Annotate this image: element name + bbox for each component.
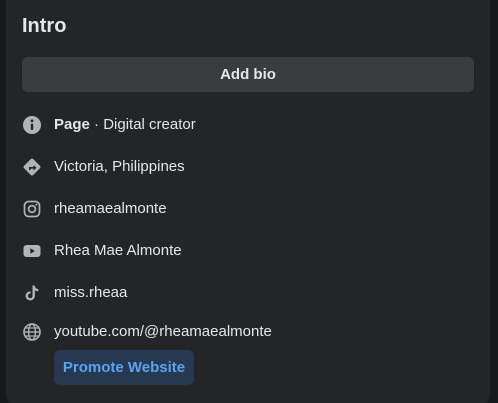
youtube-icon [22, 241, 42, 261]
category-prefix: Page [54, 116, 90, 133]
globe-icon [22, 322, 42, 342]
tiktok-icon [22, 283, 42, 303]
intro-details: Page · Digital creator Victoria, Philipp… [22, 104, 474, 385]
add-bio-button[interactable]: Add bio [22, 57, 474, 92]
info-icon [22, 115, 42, 135]
promote-website-button[interactable]: Promote Website [54, 350, 194, 385]
youtube-link[interactable]: Rhea Mae Almonte [54, 241, 182, 261]
website-column: youtube.com/@rheamaealmonte Promote Webs… [54, 322, 272, 385]
category-separator: · [89, 116, 104, 133]
tiktok-link[interactable]: miss.rheaa [54, 283, 127, 303]
directions-icon [22, 157, 42, 177]
category-text: Page · Digital creator [54, 115, 196, 135]
intro-card: Intro Add bio Page · Digital creator Vic… [6, 0, 490, 403]
tiktok-row: miss.rheaa [22, 272, 474, 314]
instagram-row: rheamaealmonte [22, 188, 474, 230]
intro-title: Intro [22, 15, 67, 37]
category-row: Page · Digital creator [22, 104, 474, 146]
category-value: Digital creator [103, 116, 196, 133]
instagram-link[interactable]: rheamaealmonte [54, 199, 167, 219]
location-row: Victoria, Philippines [22, 146, 474, 188]
instagram-icon [22, 199, 42, 219]
website-row: youtube.com/@rheamaealmonte Promote Webs… [22, 314, 474, 385]
location-text: Victoria, Philippines [54, 158, 185, 175]
website-link[interactable]: youtube.com/@rheamaealmonte [54, 322, 272, 342]
scrollbar[interactable] [490, 0, 498, 403]
youtube-row: Rhea Mae Almonte [22, 230, 474, 272]
